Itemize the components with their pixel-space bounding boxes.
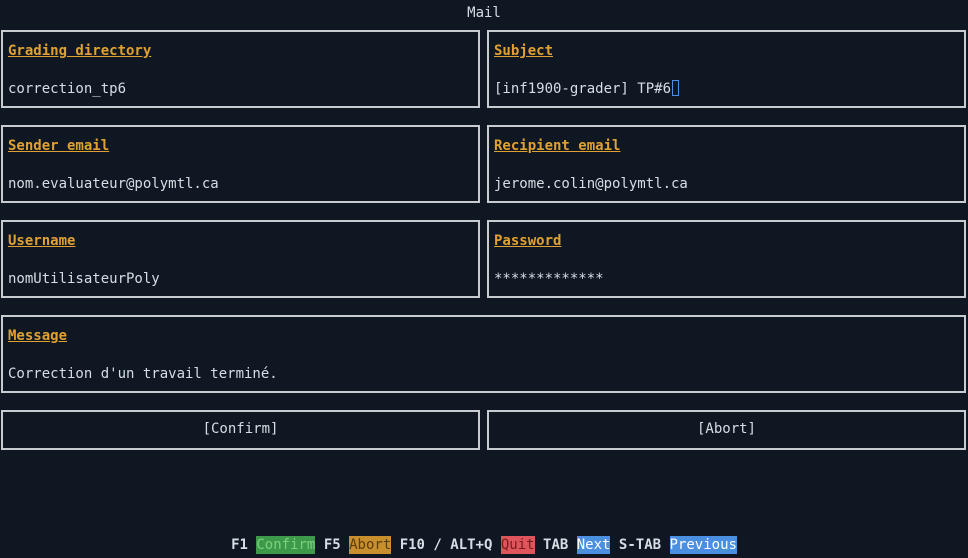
username-label: Username bbox=[8, 233, 76, 249]
text-cursor bbox=[672, 80, 680, 96]
shortcut-confirm[interactable]: Confirm bbox=[256, 536, 316, 554]
password-field[interactable]: Password ************* bbox=[487, 220, 966, 298]
grading-directory-field[interactable]: Grading directory correction_tp6 bbox=[1, 30, 480, 108]
recipient-email-field[interactable]: Recipient email jerome.colin@polymtl.ca bbox=[487, 125, 966, 203]
grading-directory-label: Grading directory bbox=[8, 43, 152, 59]
shortcut-bar: F1 Confirm F5 Abort F10 / ALT+Q Quit TAB… bbox=[0, 536, 968, 554]
subject-input[interactable]: [inf1900-grader] TP#6 bbox=[494, 81, 671, 97]
shortcut-key-f1: F1 bbox=[231, 537, 248, 553]
message-input[interactable]: Correction d'un travail terminé. bbox=[8, 365, 278, 383]
shortcut-key-f5: F5 bbox=[323, 537, 341, 553]
grading-directory-input[interactable]: correction_tp6 bbox=[8, 80, 126, 98]
message-label: Message bbox=[8, 328, 68, 344]
window-title: Mail bbox=[467, 5, 501, 21]
shortcut-quit[interactable]: Quit bbox=[500, 536, 535, 554]
shortcut-key-s-tab: S-TAB bbox=[618, 537, 662, 553]
shortcut-next[interactable]: Next bbox=[576, 536, 611, 554]
username-field[interactable]: Username nomUtilisateurPoly bbox=[1, 220, 480, 298]
username-input[interactable]: nomUtilisateurPoly bbox=[8, 270, 160, 288]
confirm-button[interactable]: [Confirm] bbox=[1, 410, 480, 450]
shortcut-previous[interactable]: Previous bbox=[669, 536, 737, 554]
subject-label: Subject bbox=[494, 43, 554, 59]
abort-button[interactable]: [Abort] bbox=[487, 410, 966, 450]
shortcut-abort[interactable]: Abort bbox=[349, 536, 392, 554]
password-input[interactable]: ************* bbox=[494, 270, 604, 288]
shortcut-key-tab: TAB bbox=[543, 537, 569, 553]
sender-email-label: Sender email bbox=[8, 138, 110, 154]
subject-field[interactable]: Subject [inf1900-grader] TP#6 bbox=[487, 30, 966, 108]
recipient-email-label: Recipient email bbox=[494, 138, 621, 154]
password-label: Password bbox=[494, 233, 562, 249]
sender-email-field[interactable]: Sender email nom.evaluateur@polymtl.ca bbox=[1, 125, 480, 203]
recipient-email-input[interactable]: jerome.colin@polymtl.ca bbox=[494, 175, 688, 193]
subject-input-wrapper[interactable]: [inf1900-grader] TP#6 bbox=[494, 80, 680, 98]
message-field[interactable]: Message Correction d'un travail terminé. bbox=[1, 315, 966, 393]
sender-email-input[interactable]: nom.evaluateur@polymtl.ca bbox=[8, 175, 219, 193]
shortcut-key-f10: F10 / ALT+Q bbox=[399, 537, 493, 553]
